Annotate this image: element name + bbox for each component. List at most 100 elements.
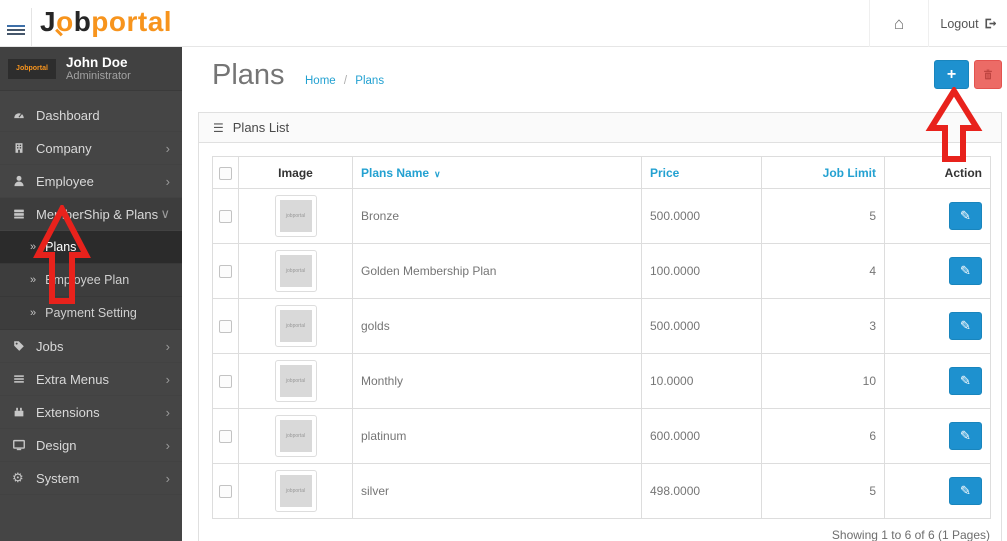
sidebar-item-design[interactable]: Design ›	[0, 429, 182, 462]
pencil-icon: ✎	[960, 318, 971, 333]
cell-job-limit: 5	[761, 463, 885, 519]
double-arrow-icon: »	[30, 307, 37, 319]
table-row: jobportal Bronze 500.0000 5 ✎	[212, 188, 991, 244]
table-header-row: Image Plans Name ∨ Price Job Limit Action	[212, 156, 991, 189]
panel-title: Plans List	[232, 120, 290, 135]
breadcrumb-home-link[interactable]: Home	[305, 75, 336, 87]
add-plan-button[interactable]: +	[934, 60, 969, 89]
edit-plan-button[interactable]: ✎	[949, 202, 982, 230]
logout-label: Logout	[940, 16, 979, 31]
cell-plan-name: Monthly	[352, 353, 642, 409]
sidebar-menu: Dashboard Company › Employee › MemberShi…	[0, 99, 182, 495]
sidebar-item-extensions[interactable]: Extensions ›	[0, 396, 182, 429]
logo-text: J	[40, 6, 57, 37]
chevron-right-icon: ›	[165, 173, 170, 189]
building-icon	[12, 141, 36, 155]
sidebar-subitem-employee-plan[interactable]: » Employee Plan	[0, 264, 182, 297]
cell-job-limit: 10	[761, 353, 885, 409]
list-icon	[12, 372, 36, 386]
cell-job-limit: 4	[761, 243, 885, 299]
logo-portal-text: portal	[91, 6, 173, 37]
sidebar-item-dashboard[interactable]: Dashboard	[0, 99, 182, 132]
home-icon[interactable]: ⌂	[870, 14, 928, 34]
breadcrumb-current-link[interactable]: Plans	[355, 75, 384, 87]
edit-plan-button[interactable]: ✎	[949, 477, 982, 505]
cell-price: 500.0000	[641, 188, 762, 244]
cell-job-limit: 6	[761, 408, 885, 464]
chevron-right-icon: ›	[165, 437, 170, 453]
list-icon: ☰	[213, 120, 224, 135]
edit-plan-button[interactable]: ✎	[949, 422, 982, 450]
chevron-down-icon: ∨	[160, 206, 170, 221]
gear-icon: ⚙	[12, 470, 24, 485]
sidebar-user-panel: Job portal John Doe Administrator	[0, 47, 182, 91]
cell-price: 498.0000	[641, 463, 762, 519]
row-checkbox[interactable]	[219, 375, 232, 389]
chevron-right-icon: ›	[165, 140, 170, 156]
double-arrow-icon: »	[30, 241, 37, 253]
chevron-right-icon: ›	[165, 404, 170, 420]
logout-button[interactable]: Logout	[929, 17, 1007, 31]
table-row: jobportal golds 500.0000 3 ✎	[212, 298, 991, 354]
pencil-icon: ✎	[960, 263, 971, 278]
sidebar-item-system[interactable]: ⚙ System ›	[0, 462, 182, 495]
user-name: John Doe	[66, 54, 128, 70]
trash-icon	[984, 69, 992, 80]
page-title: Plans	[212, 59, 285, 91]
cell-plan-name: platinum	[352, 408, 642, 464]
edit-plan-button[interactable]: ✎	[949, 367, 982, 395]
pencil-icon: ✎	[960, 208, 971, 223]
cell-job-limit: 5	[761, 188, 885, 244]
sidebar-subitem-payment-setting[interactable]: » Payment Setting	[0, 297, 182, 330]
sidebar-item-company[interactable]: Company ›	[0, 132, 182, 165]
person-icon	[12, 174, 36, 188]
panel-body: Image Plans Name ∨ Price Job Limit Action…	[199, 143, 1001, 541]
column-header-plans-name[interactable]: Plans Name ∨	[352, 156, 642, 189]
row-checkbox[interactable]	[219, 430, 232, 444]
select-all-checkbox[interactable]	[219, 166, 232, 180]
plan-image-thumbnail: jobportal	[274, 305, 317, 347]
delete-plan-button[interactable]	[974, 60, 1002, 89]
column-header-price[interactable]: Price	[641, 156, 762, 189]
double-arrow-icon: »	[30, 274, 37, 286]
chevron-right-icon: ›	[165, 470, 170, 486]
sidebar-subitem-plans[interactable]: » Plans	[0, 231, 182, 264]
pagination-status: Showing 1 to 6 of 6 (1 Pages)	[831, 528, 990, 541]
sidebar-item-employee[interactable]: Employee ›	[0, 165, 182, 198]
column-header-image: Image	[238, 156, 353, 189]
plans-list-panel: ☰ Plans List Image Plans Name ∨ Price Job…	[198, 112, 1002, 541]
sidebar-item-extra-menus[interactable]: Extra Menus ›	[0, 363, 182, 396]
sidebar-item-membership-plans[interactable]: MemberShip & Plans ∨	[0, 198, 182, 231]
row-checkbox[interactable]	[219, 320, 232, 334]
cell-plan-name: silver	[352, 463, 642, 519]
row-checkbox[interactable]	[219, 265, 232, 279]
topbar: Jobportal ⌂ Logout	[0, 0, 1007, 47]
row-checkbox[interactable]	[219, 210, 232, 224]
sort-caret-icon: ∨	[434, 168, 441, 179]
sidebar-item-jobs[interactable]: Jobs ›	[0, 330, 182, 363]
plan-image-thumbnail: jobportal	[274, 360, 317, 402]
cell-plan-name: Bronze	[352, 188, 642, 244]
plug-icon	[12, 405, 36, 419]
sidebar-mini-logo: Job portal	[8, 58, 56, 79]
column-header-action: Action	[884, 156, 991, 189]
main-content: Plans Home / Plans + ☰ Plans List Image …	[182, 47, 1007, 541]
column-header-job-limit[interactable]: Job Limit	[761, 156, 885, 189]
dashboard-icon	[12, 108, 36, 122]
user-role: Administrator	[66, 69, 131, 82]
edit-plan-button[interactable]: ✎	[949, 257, 982, 285]
plan-image-thumbnail: jobportal	[274, 470, 317, 512]
chevron-right-icon: ›	[165, 338, 170, 354]
menu-toggle-icon[interactable]	[7, 25, 25, 39]
page-header: Plans Home / Plans +	[182, 47, 1007, 107]
edit-plan-button[interactable]: ✎	[949, 312, 982, 340]
cell-price: 600.0000	[641, 408, 762, 464]
pencil-icon: ✎	[960, 428, 971, 443]
app-logo[interactable]: Jobportal	[40, 6, 172, 38]
chevron-right-icon: ›	[165, 371, 170, 387]
table-row: jobportal silver 498.0000 5 ✎	[212, 463, 991, 519]
header-actions: +	[934, 60, 1002, 89]
table-row: jobportal Golden Membership Plan 100.000…	[212, 243, 991, 299]
row-checkbox[interactable]	[219, 485, 232, 499]
cell-price: 500.0000	[641, 298, 762, 354]
